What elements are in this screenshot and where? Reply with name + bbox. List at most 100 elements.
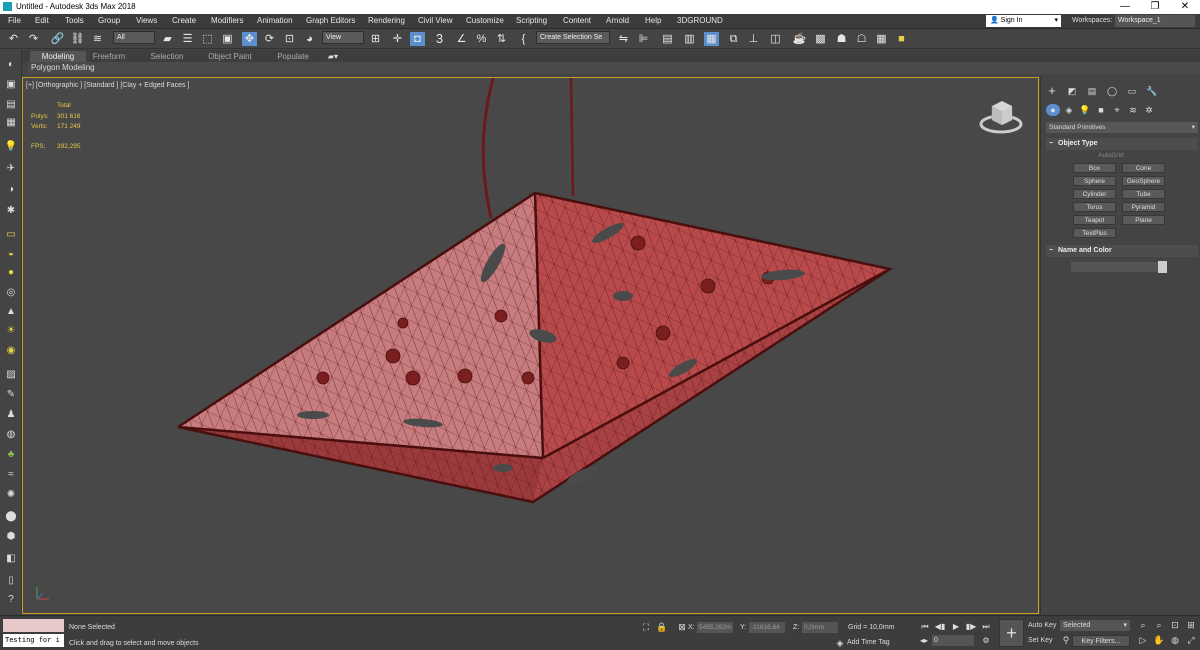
place-icon[interactable]: ◕ <box>302 32 317 46</box>
menu-group[interactable]: Group <box>98 16 120 25</box>
selection-lock-icon[interactable]: 🔒 <box>656 622 668 633</box>
menu-help[interactable]: Help <box>645 16 661 25</box>
plane-button[interactable]: Plane <box>1122 215 1165 225</box>
go-to-start-icon[interactable]: ⏮ <box>919 622 931 632</box>
snap-toggle-icon[interactable]: 3 <box>432 32 447 46</box>
help-icon[interactable]: ? <box>4 593 18 607</box>
reference-coordinate-dropdown[interactable]: View <box>322 31 364 44</box>
explorer-icon[interactable]: ▤ <box>4 98 18 112</box>
workspace-select[interactable]: Workspace_1 <box>1115 15 1195 27</box>
menu-animation[interactable]: Animation <box>257 16 293 25</box>
sun-icon[interactable]: ☀ <box>4 324 18 338</box>
curve-editor-icon[interactable]: ⧉ <box>726 32 741 46</box>
zoom-extents-icon[interactable]: ⊡ <box>1169 620 1181 631</box>
pyramid-button[interactable]: Pyramid <box>1122 202 1165 212</box>
maxscript-listener-output[interactable] <box>3 619 64 632</box>
hierarchy-panel-icon[interactable]: ▤ <box>1085 85 1099 97</box>
modify-panel-icon[interactable]: ◩ <box>1065 85 1079 97</box>
globe-icon[interactable]: ◍ <box>4 428 18 442</box>
ribbon-options-icon[interactable]: ▰▾ <box>322 51 344 62</box>
viewcube-icon[interactable] <box>978 96 1024 136</box>
mirror-icon[interactable]: ⇋ <box>616 32 631 46</box>
z-coord-field[interactable]: 0,0mm <box>802 622 838 633</box>
star-lamp-model[interactable] <box>23 78 1039 614</box>
cylinder-button[interactable]: Cylinder <box>1073 189 1116 199</box>
time-tag-icon[interactable]: ◈ <box>834 638 846 649</box>
redo-icon[interactable]: ↷ <box>26 32 41 46</box>
menu-tools[interactable]: Tools <box>65 16 84 25</box>
object-name-field[interactable] <box>1071 262 1159 272</box>
rect-selection-icon[interactable]: ⬚ <box>200 32 215 46</box>
schematic-view-icon[interactable]: ⊥ <box>746 32 761 46</box>
render-production-icon[interactable]: ☗ <box>834 32 849 46</box>
menu-civil-view[interactable]: Civil View <box>418 16 453 25</box>
undo-icon[interactable]: ↶ <box>6 32 21 46</box>
cameras-icon[interactable]: ■ <box>1094 104 1108 116</box>
material-sphere-icon[interactable]: ⬤ <box>4 510 18 524</box>
crowd-icon[interactable]: ♟ <box>4 408 18 422</box>
a360-gallery-icon[interactable]: ■ <box>894 32 909 46</box>
light-icon[interactable]: 💡 <box>4 140 18 154</box>
hemisphere-icon[interactable]: ◒ <box>4 247 18 261</box>
display-panel-icon[interactable]: ▭ <box>1125 85 1139 97</box>
menu-create[interactable]: Create <box>172 16 196 25</box>
motion-panel-icon[interactable]: ◯ <box>1105 85 1119 97</box>
geosphere-button[interactable]: GeoSphere <box>1122 176 1165 186</box>
spacewarps-icon[interactable]: ≋ <box>1126 104 1140 116</box>
rendered-frame-window-icon[interactable]: ▩ <box>813 32 828 46</box>
move-icon[interactable]: ✥ <box>242 32 257 46</box>
toggle-ribbon-icon[interactable]: ▦ <box>704 32 719 46</box>
percent-snap-icon[interactable]: % <box>474 32 489 46</box>
go-to-end-icon[interactable]: ⏭ <box>980 622 992 632</box>
menu-rendering[interactable]: Rendering <box>368 16 405 25</box>
pan-icon[interactable]: ✋ <box>1153 635 1165 646</box>
maxscript-input[interactable]: Testing for i <box>3 634 64 647</box>
polygon-modeling-label[interactable]: Polygon Modeling <box>31 63 95 72</box>
cone-button[interactable]: Cone <box>1122 163 1165 173</box>
menu-modifiers[interactable]: Modifiers <box>211 16 243 25</box>
viewport-layout-icon[interactable]: ◐ <box>4 58 18 72</box>
primitive-category-dropdown[interactable]: Standard Primitives ▾ <box>1046 122 1198 133</box>
lights-icon[interactable]: 💡 <box>1078 104 1092 116</box>
add-time-tag-button[interactable]: Add Time Tag <box>847 639 890 646</box>
camera-icon[interactable]: ✈ <box>4 162 18 176</box>
mobile-icon[interactable]: ▯ <box>4 574 18 588</box>
brush-icon[interactable]: ✎ <box>4 388 18 402</box>
time-config-icon[interactable]: ⚙ <box>980 636 992 645</box>
isolate-selection-icon[interactable]: ⛶ <box>640 622 652 633</box>
menu-arnold[interactable]: Arnold <box>606 16 629 25</box>
play-icon[interactable]: ▶ <box>950 622 962 631</box>
box-icon[interactable]: ▭ <box>4 228 18 242</box>
script-icon[interactable]: ◧ <box>4 552 18 566</box>
render-icon[interactable]: ⬢ <box>4 530 18 544</box>
create-panel-icon[interactable]: + <box>1045 84 1059 97</box>
window-crossing-icon[interactable]: ▣ <box>220 32 235 46</box>
helpers-icon[interactable]: ⌖ <box>1110 104 1124 116</box>
set-key-button[interactable]: Set Key <box>1028 635 1058 647</box>
menu-file[interactable]: File <box>8 16 21 25</box>
selection-filter-dropdown[interactable]: All <box>113 31 155 44</box>
angle-snap-icon[interactable]: ∠ <box>454 32 469 46</box>
geometry-icon[interactable]: ● <box>1046 104 1060 116</box>
particles-icon[interactable]: ✱ <box>4 204 18 218</box>
menu-scripting[interactable]: Scripting <box>516 16 547 25</box>
fur-icon[interactable]: ✺ <box>4 488 18 502</box>
bind-spacewarp-icon[interactable]: ≋ <box>90 32 105 46</box>
menu-views[interactable]: Views <box>136 16 157 25</box>
sphere-icon[interactable]: ● <box>4 266 18 280</box>
zoom-extents-all-icon[interactable]: ⊞ <box>1185 620 1197 631</box>
tab-freeform[interactable]: Freeform <box>86 51 132 62</box>
object-type-rollout[interactable]: Object Type <box>1046 138 1198 150</box>
sign-in-dropdown[interactable]: 👤 Sign In ▾ <box>986 15 1061 27</box>
perspective-viewport[interactable]: [+] [Orthographic ] [Standard ] [Clay + … <box>22 77 1039 614</box>
menu-content[interactable]: Content <box>563 16 591 25</box>
current-frame-field[interactable]: 0 <box>932 635 974 646</box>
geosphere-icon[interactable]: ◉ <box>4 344 18 358</box>
create-icon[interactable]: ▣ <box>4 78 18 92</box>
hair-icon[interactable]: ≈ <box>4 468 18 482</box>
textplus-button[interactable]: TextPlus <box>1073 228 1116 238</box>
select-object-icon[interactable]: ▰ <box>160 32 175 46</box>
maximize-viewport-icon[interactable]: ⤢ <box>1185 635 1197 646</box>
select-by-name-icon[interactable]: ☰ <box>180 32 195 46</box>
tab-populate[interactable]: Populate <box>270 51 316 62</box>
